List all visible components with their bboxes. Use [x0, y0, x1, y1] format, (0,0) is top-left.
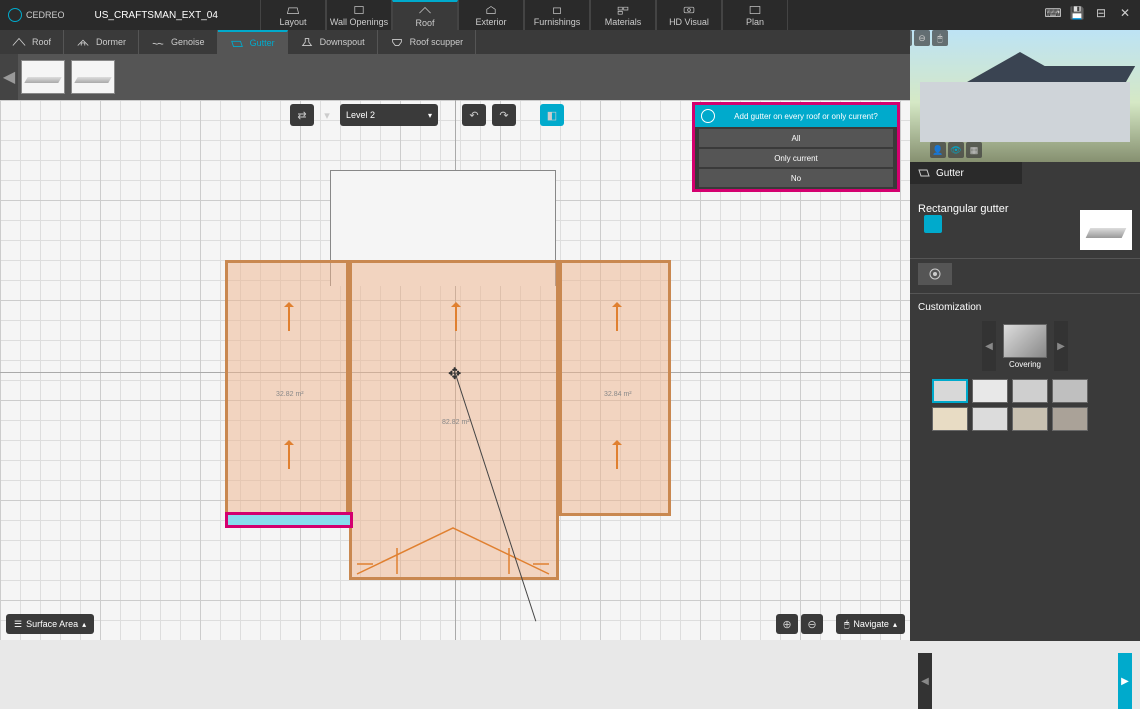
gutter-thumb-2[interactable] — [71, 60, 115, 94]
selected-gutter-segment[interactable] — [225, 512, 353, 528]
tab-exterior[interactable]: Exterior — [458, 0, 524, 30]
right-panel-header: Gutter — [910, 162, 1022, 184]
zoom-in-button[interactable]: ⊕ — [776, 614, 798, 634]
project-name: US_CRAFTSMAN_EXT_04 — [95, 10, 218, 21]
gutter-apply-popup: Add gutter on every roof or only current… — [692, 102, 900, 192]
subtab-roof-scupper[interactable]: Roof scupper — [378, 30, 477, 54]
floor-plan: 32.82 m² 82.82 m² 32.84 m² — [225, 260, 671, 580]
material-next-icon[interactable]: ▶ — [1054, 321, 1068, 371]
arrow-icon — [288, 303, 290, 331]
redo-button[interactable]: ↷ — [492, 104, 516, 126]
rp-title: Rectangular gutter — [918, 203, 1080, 215]
level-selector[interactable]: Level 2 — [340, 104, 438, 126]
popup-option-only-current[interactable]: Only current — [699, 149, 893, 167]
swatch-8[interactable] — [1052, 407, 1088, 431]
swatch-5[interactable] — [932, 407, 968, 431]
close-icon[interactable]: ✕ — [1116, 4, 1134, 22]
subtab-dormer[interactable]: Dormer — [64, 30, 139, 54]
main-tabs: Layout Wall Openings Roof Exterior Furni… — [260, 0, 788, 30]
material-preview — [1003, 324, 1047, 358]
subtab-downspout[interactable]: Downspout — [288, 30, 378, 54]
preview-tools-right: ⊕ ⊖ 🖱 — [910, 30, 1106, 162]
swatch-1[interactable] — [932, 379, 968, 403]
gallery-prev-icon[interactable]: ◀ — [0, 54, 18, 100]
app-header: CEDREO US_CRAFTSMAN_EXT_04 Layout Wall O… — [0, 0, 1140, 30]
tab-plan[interactable]: Plan — [722, 0, 788, 30]
swatch-prev-icon[interactable]: ◀ — [918, 653, 932, 709]
tab-wall-openings[interactable]: Wall Openings — [326, 0, 392, 30]
rp-title-row: Rectangular gutter — [910, 184, 1140, 258]
tab-furnishings[interactable]: Furnishings — [524, 0, 590, 30]
zoom-out-button[interactable]: ⊖ — [801, 614, 823, 634]
gable-outline — [353, 520, 557, 580]
popup-title: Add gutter on every roof or only current… — [721, 112, 891, 121]
room-left-area: 32.82 m² — [276, 391, 304, 398]
save-icon[interactable]: 💾 — [1068, 4, 1086, 22]
minimize-icon[interactable]: ⊟ — [1092, 4, 1110, 22]
tab-hd-visual[interactable]: HD Visual — [656, 0, 722, 30]
tool-active-button[interactable]: ◧ — [540, 104, 564, 126]
pv-zoom-out-icon[interactable]: ⊖ — [914, 30, 930, 46]
tab-layout[interactable]: Layout — [260, 0, 326, 30]
arrow-icon — [288, 441, 290, 469]
surface-area-toggle[interactable]: ☰ Surface Area ▴ — [6, 614, 94, 634]
room-right-area: 32.84 m² — [604, 391, 632, 398]
brand-logo: CEDREO — [8, 8, 65, 22]
customization-section: Customization ◀ Covering ▶ ◀ ▶ — [910, 293, 1140, 453]
swatch-next-icon[interactable]: ▶ — [1118, 653, 1132, 709]
swatch-grid — [918, 379, 1132, 431]
gutter-thumb-1[interactable] — [21, 60, 65, 94]
tab-materials[interactable]: Materials — [590, 0, 656, 30]
brand-text: CEDREO — [26, 10, 65, 20]
rp-preview-thumb — [1080, 210, 1132, 250]
swap-icon[interactable]: ⇄ — [290, 104, 314, 126]
material-label: Covering — [1009, 360, 1041, 369]
swatch-4[interactable] — [1052, 379, 1088, 403]
pv-zoom-in-icon[interactable]: ⊕ — [910, 30, 912, 46]
subtab-gutter[interactable]: Gutter — [218, 30, 288, 54]
subtab-roof[interactable]: Roof — [0, 30, 64, 54]
swatch-6[interactable] — [972, 407, 1008, 431]
pv-mouse-icon[interactable]: 🖱 — [932, 30, 948, 46]
header-right-controls: ⌨ 💾 ⊟ ✕ — [1044, 4, 1134, 22]
room-right[interactable]: 32.84 m² — [559, 260, 671, 516]
preview-3d[interactable]: 👤 👁 ▦ ⊕ ⊖ 🖱 — [910, 30, 1140, 162]
subtab-genoise[interactable]: Genoise — [139, 30, 218, 54]
canvas-top-controls: ⇄ ▾ Level 2 ↶ ↷ ◧ — [290, 104, 564, 126]
level-down-button[interactable]: ▾ — [320, 104, 334, 126]
material-prev-icon[interactable]: ◀ — [982, 321, 996, 371]
customization-title: Customization — [918, 298, 1132, 321]
navigate-toggle[interactable]: 🖱 Navigate ▴ — [836, 614, 905, 634]
room-center-area: 82.82 m² — [442, 419, 470, 426]
swatch-3[interactable] — [1012, 379, 1048, 403]
rp-icon-tabs — [910, 258, 1140, 293]
undo-button[interactable]: ↶ — [462, 104, 486, 126]
customization-tab-icon[interactable] — [918, 263, 952, 285]
gutter-icon — [918, 167, 930, 179]
arrow-icon — [616, 441, 618, 469]
swatch-2[interactable] — [972, 379, 1008, 403]
popup-header: Add gutter on every roof or only current… — [695, 105, 897, 127]
tab-roof[interactable]: Roof — [392, 0, 458, 30]
zoom-controls: ⊕ ⊖ — [776, 614, 823, 634]
right-panel: Gutter Rectangular gutter Customization … — [910, 162, 1140, 641]
question-icon — [701, 109, 715, 123]
arrow-icon — [455, 303, 457, 331]
popup-option-all[interactable]: All — [699, 129, 893, 147]
keyboard-icon[interactable]: ⌨ — [1044, 4, 1062, 22]
rp-info-tab[interactable] — [924, 215, 942, 233]
material-selector-row: ◀ Covering ▶ — [918, 321, 1132, 371]
arrow-icon — [616, 303, 618, 331]
popup-option-no[interactable]: No — [699, 169, 893, 187]
swatch-7[interactable] — [1012, 407, 1048, 431]
logo-icon — [8, 8, 22, 22]
material-card-covering[interactable]: Covering — [1000, 324, 1050, 369]
room-left[interactable]: 32.82 m² — [225, 260, 349, 516]
canvas[interactable]: 32.82 m² 82.82 m² 32.84 m² ✥ ⇄ ▾ Level 2… — [0, 100, 910, 640]
